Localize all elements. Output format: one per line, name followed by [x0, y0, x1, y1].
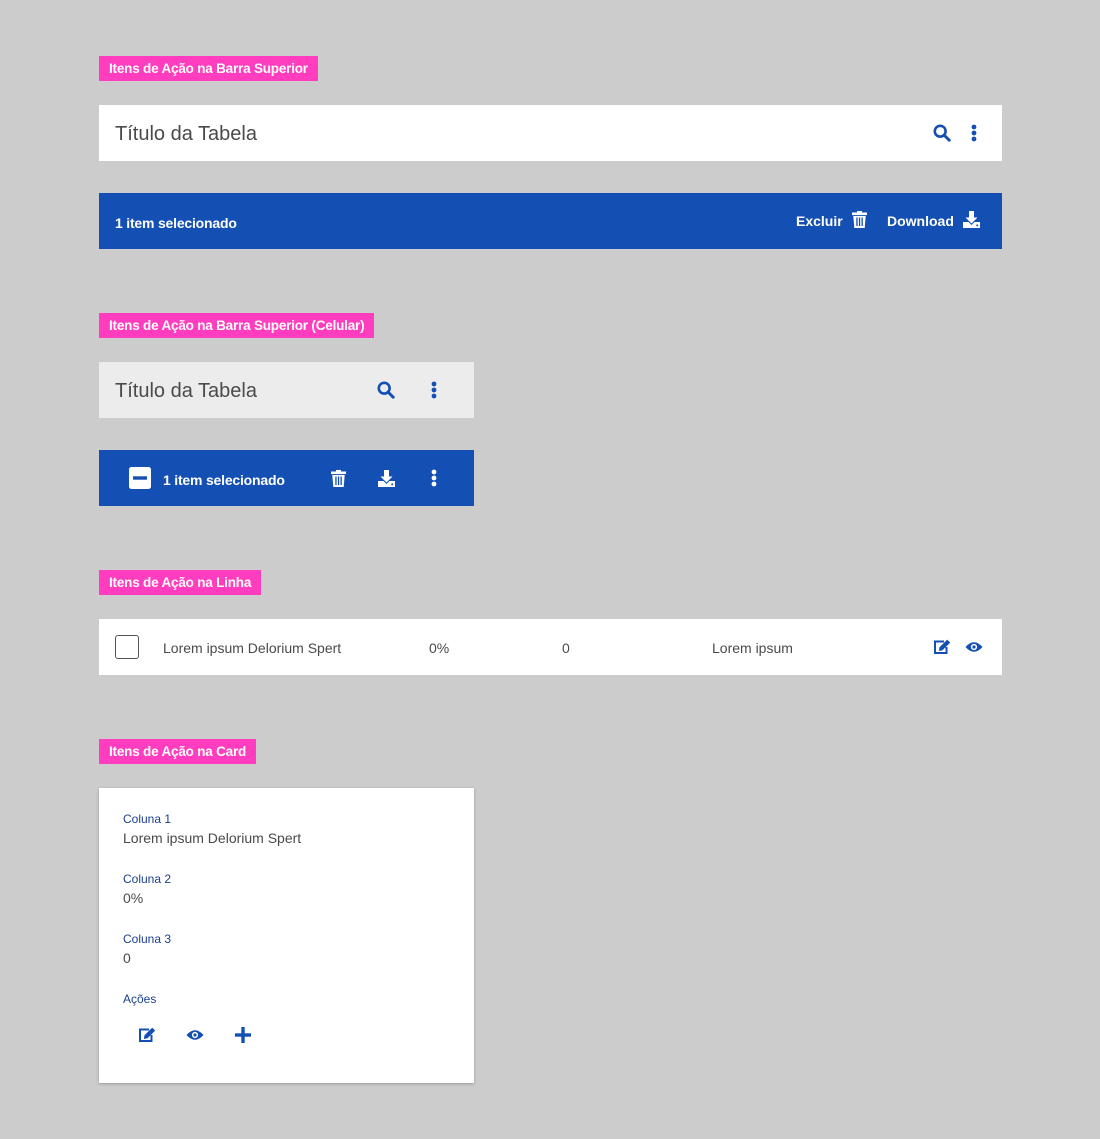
cell-col2: 0% — [429, 640, 450, 656]
card-field-label-1: Coluna 1 — [123, 812, 172, 826]
card-field-label-2: Coluna 2 — [123, 872, 172, 886]
mobile-table-header-bar: Título da Tabela — [99, 362, 474, 418]
selection-count: 1 item selecionado — [115, 215, 237, 231]
download-button[interactable]: Download — [887, 193, 980, 249]
plus-icon[interactable] — [231, 1023, 255, 1047]
trash-icon — [851, 211, 867, 231]
minus-square-icon[interactable] — [128, 466, 152, 490]
eye-icon[interactable] — [183, 1023, 207, 1047]
search-icon[interactable] — [374, 378, 398, 402]
card-field-label-3: Coluna 3 — [123, 932, 172, 946]
delete-button[interactable]: Excluir — [796, 193, 867, 249]
download-icon — [962, 211, 980, 231]
card-actions-label: Ações — [123, 992, 157, 1006]
data-card: Coluna 1 Lorem ipsum Delorium Spert Colu… — [99, 788, 474, 1083]
card-field-value-2: 0% — [123, 890, 144, 906]
mobile-table-title: Título da Tabela — [115, 380, 257, 402]
row-checkbox[interactable] — [115, 635, 139, 659]
download-icon[interactable] — [374, 466, 398, 490]
table-row: Lorem ipsum Delorium Spert 0% 0 Lorem ip… — [99, 619, 1002, 675]
more-vertical-icon[interactable] — [422, 466, 446, 490]
delete-label: Excluir — [796, 213, 843, 229]
eye-icon[interactable] — [962, 635, 986, 659]
trash-icon[interactable] — [326, 466, 350, 490]
card-field-value-1: Lorem ipsum Delorium Spert — [123, 830, 302, 846]
more-vertical-icon[interactable] — [422, 378, 446, 402]
section-tag-top-bar-mobile: Itens de Ação na Barra Superior (Celular… — [99, 313, 375, 338]
search-icon[interactable] — [930, 121, 954, 145]
section-tag-card-actions: Itens de Ação na Card — [99, 739, 257, 764]
section-tag-top-bar: Itens de Ação na Barra Superior — [99, 56, 318, 81]
mobile-selection-count: 1 item selecionado — [163, 472, 285, 488]
cell-col4: Lorem ipsum — [712, 640, 793, 656]
download-label: Download — [887, 213, 954, 229]
table-title: Título da Tabela — [115, 123, 257, 145]
edit-icon[interactable] — [135, 1023, 159, 1047]
cell-col3: 0 — [562, 640, 570, 656]
mobile-selection-bar: 1 item selecionado — [99, 450, 474, 506]
more-vertical-icon[interactable] — [962, 121, 986, 145]
table-header-bar: Título da Tabela — [99, 105, 1002, 161]
section-tag-row-actions: Itens de Ação na Linha — [99, 570, 262, 595]
cell-col1: Lorem ipsum Delorium Spert — [163, 640, 342, 656]
card-field-value-3: 0 — [123, 950, 131, 966]
edit-icon[interactable] — [930, 635, 954, 659]
selection-bar: 1 item selecionado Excluir Download — [99, 193, 1002, 249]
